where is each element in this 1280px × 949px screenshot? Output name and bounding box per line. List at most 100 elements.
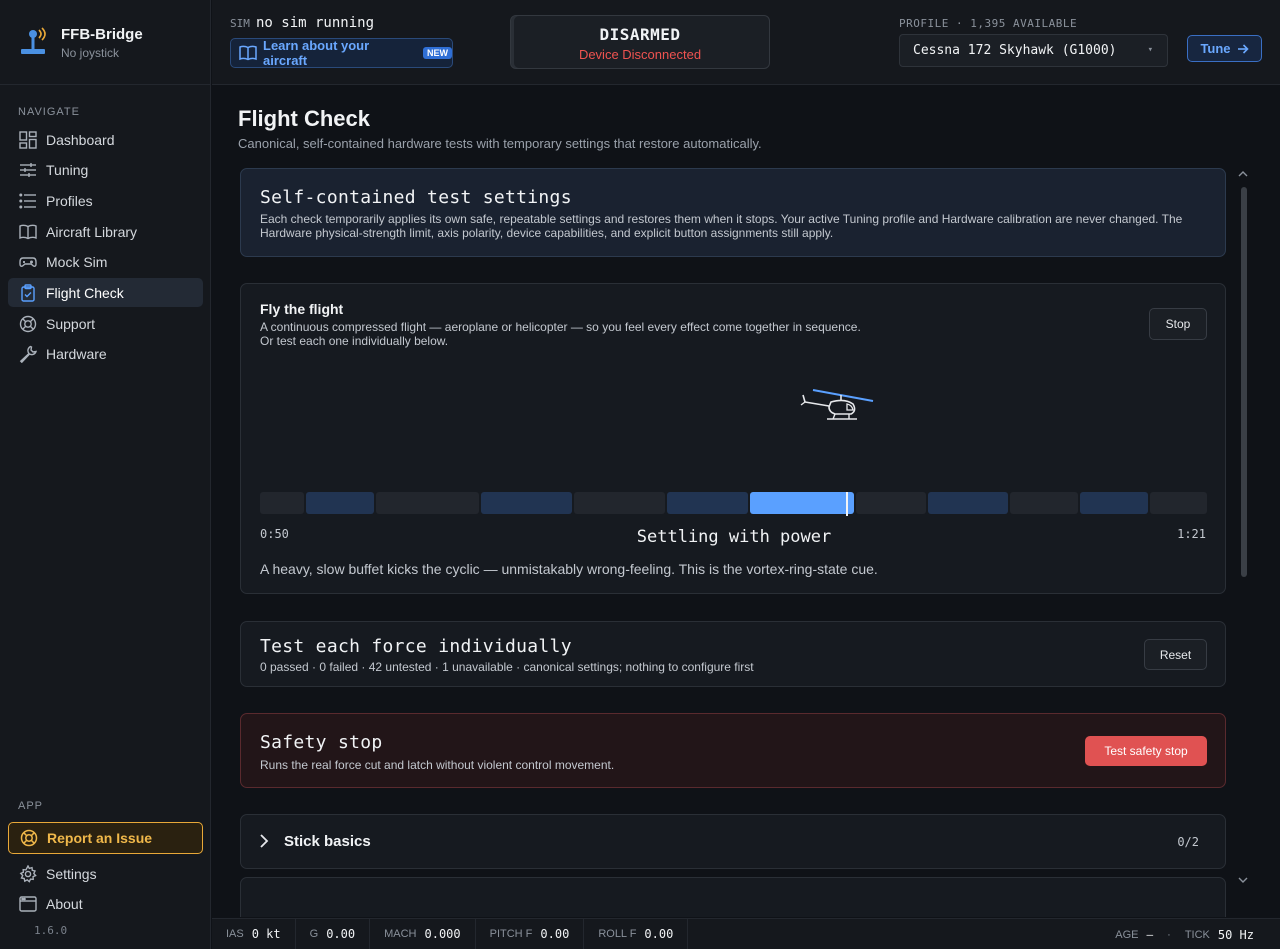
age-value: — xyxy=(1146,928,1154,941)
arm-status-panel: DISARMED Device Disconnected xyxy=(510,15,770,69)
sidebar-item-flight-check[interactable]: Flight Check xyxy=(8,278,203,307)
timeline-segment[interactable] xyxy=(260,492,305,514)
joystick-status: No joystick xyxy=(61,46,120,60)
current-phase: Settling with power xyxy=(636,527,832,547)
chevron-right-icon xyxy=(258,833,270,849)
topbar: SIM no sim running Learn about your airc… xyxy=(212,0,1280,85)
mach-value: 0.000 xyxy=(424,927,461,941)
reset-label: Reset xyxy=(1159,647,1192,662)
joystick-logo-icon xyxy=(18,27,48,57)
timeline-segment[interactable] xyxy=(481,492,573,514)
app-name: FFB-Bridge xyxy=(61,26,143,43)
test-settings-title: Self-contained test settings xyxy=(260,187,572,208)
test-safety-stop-label: Test safety stop xyxy=(1104,744,1188,758)
chevron-down-icon[interactable] xyxy=(1238,876,1248,884)
stop-label: Stop xyxy=(1165,317,1191,331)
test-settings-body-line2: Hardware physical-strength limit, axis p… xyxy=(260,226,834,240)
timeline-segment[interactable] xyxy=(855,492,926,514)
chevron-down-icon: ▾ xyxy=(1147,45,1153,55)
report-issue-label: Report an Issue xyxy=(47,830,153,846)
ias-label: IAS xyxy=(226,928,244,940)
arrow-right-icon xyxy=(1237,43,1249,55)
g-value: 0.00 xyxy=(326,927,356,941)
test-settings-card: Self-contained test settings Each check … xyxy=(240,168,1226,257)
page-subtitle: Canonical, self-contained hardware tests… xyxy=(238,136,762,151)
pitch-label: PITCH F xyxy=(489,928,533,940)
sidebar-item-settings[interactable]: Settings xyxy=(8,859,203,888)
arm-status: DISARMED xyxy=(599,25,681,44)
sidebar-item-label: Tuning xyxy=(46,161,89,178)
sidebar-item-about[interactable]: About xyxy=(8,889,203,918)
timeline-segment[interactable] xyxy=(306,492,375,514)
timeline-segment[interactable] xyxy=(1009,492,1078,514)
timeline-segment[interactable] xyxy=(1079,492,1148,514)
tick-value: 50 Hz xyxy=(1217,927,1254,942)
timeline-segment[interactable] xyxy=(667,492,748,514)
sidebar-item-label: Mock Sim xyxy=(46,253,108,270)
fly-flight-body-line1: A continuous compressed flight — aeropla… xyxy=(260,320,861,334)
main-content: Flight Check Canonical, self-contained h… xyxy=(212,86,1280,917)
fly-the-flight-card: Fly the flight A continuous compressed f… xyxy=(240,283,1226,594)
tune-button[interactable]: Tune xyxy=(1187,35,1262,62)
timeline-segment[interactable] xyxy=(927,492,1008,514)
profile-value: Cessna 172 Skyhawk (G1000) xyxy=(913,43,1117,58)
sidebar-item-tuning[interactable]: Tuning xyxy=(8,155,203,184)
ias-readout: IAS 0 kt xyxy=(212,918,296,949)
scroll-thumb[interactable] xyxy=(1241,187,1247,577)
test-safety-stop-button[interactable]: Test safety stop xyxy=(1085,736,1207,766)
timeline-segment[interactable] xyxy=(574,492,666,514)
stick-basics-section[interactable]: Stick basics 0/2 xyxy=(240,814,1226,869)
chevron-up-icon[interactable] xyxy=(1238,170,1248,178)
status-bar: IAS 0 kt G 0.00 MACH 0.000 PITCH F 0.00 ROLL… xyxy=(212,918,1280,949)
learn-aircraft-button[interactable]: Learn about your aircraft NEW xyxy=(230,38,453,68)
separator-dot: · xyxy=(1167,928,1171,941)
sidebar: FFB-Bridge No joystick NAVIGATE Dashboar… xyxy=(0,0,211,949)
sidebar-item-label: Support xyxy=(46,315,96,332)
sidebar-item-aircraft-library[interactable]: Aircraft Library xyxy=(8,217,203,246)
sidebar-item-mock-sim[interactable]: Mock Sim xyxy=(8,247,203,276)
safety-stop-title: Safety stop xyxy=(260,732,383,753)
sim-status: no sim running xyxy=(256,15,375,31)
stop-button[interactable]: Stop xyxy=(1149,308,1207,340)
individual-forces-summary: 0 passed · 0 failed · 42 untested · 1 un… xyxy=(260,660,754,674)
fly-flight-body-line2: Or test each one individually below. xyxy=(260,334,449,348)
individual-forces-title: Test each force individually xyxy=(260,636,572,657)
time-end: 1:21 xyxy=(1177,527,1206,541)
sidebar-item-label: About xyxy=(46,895,83,912)
profile-select[interactable]: Cessna 172 Skyhawk (G1000) ▾ xyxy=(899,34,1168,67)
lifebuoy-icon xyxy=(18,314,38,334)
sidebar-item-label: Aircraft Library xyxy=(46,223,138,240)
reset-button[interactable]: Reset xyxy=(1144,639,1207,670)
report-issue-button[interactable]: Report an Issue xyxy=(8,822,203,854)
learn-aircraft-label: Learn about your aircraft xyxy=(263,38,370,68)
sidebar-item-hardware[interactable]: Hardware xyxy=(8,339,203,368)
window-icon xyxy=(18,894,38,914)
timeline-segment[interactable] xyxy=(1149,492,1208,514)
pitch-force-readout: PITCH F 0.00 xyxy=(476,918,585,949)
device-status: Device Disconnected xyxy=(578,47,702,62)
sidebar-item-support[interactable]: Support xyxy=(8,309,203,338)
gear-icon xyxy=(18,864,38,884)
sidebar-item-profiles[interactable]: Profiles xyxy=(8,186,203,215)
timeline-segment[interactable] xyxy=(376,492,480,514)
helicopter-icon xyxy=(795,384,875,429)
phase-description: A heavy, slow buffet kicks the cyclic — … xyxy=(260,561,878,577)
gamepad-icon xyxy=(18,252,38,272)
navigate-section-label: NAVIGATE xyxy=(18,106,80,118)
roll-value: 0.00 xyxy=(644,927,674,941)
telemetry-meta: AGE — · TICK 50 Hz xyxy=(1115,919,1254,949)
scrollbar[interactable] xyxy=(1236,170,1250,893)
sim-label: SIM xyxy=(230,17,250,30)
roll-force-readout: ROLL F 0.00 xyxy=(584,918,689,949)
next-section-card[interactable] xyxy=(240,877,1226,917)
flight-timeline[interactable] xyxy=(260,492,1208,516)
timeline-segment-current[interactable] xyxy=(749,492,854,516)
clipboard-check-icon xyxy=(18,283,38,303)
playhead[interactable] xyxy=(845,492,848,516)
app-version: 1.6.0 xyxy=(34,924,68,937)
stick-basics-count: 0/2 xyxy=(1177,835,1199,849)
sidebar-item-label: Flight Check xyxy=(46,284,124,301)
page-title: Flight Check xyxy=(238,106,371,131)
sidebar-item-dashboard[interactable]: Dashboard xyxy=(8,125,203,154)
dashboard-icon xyxy=(18,130,38,150)
